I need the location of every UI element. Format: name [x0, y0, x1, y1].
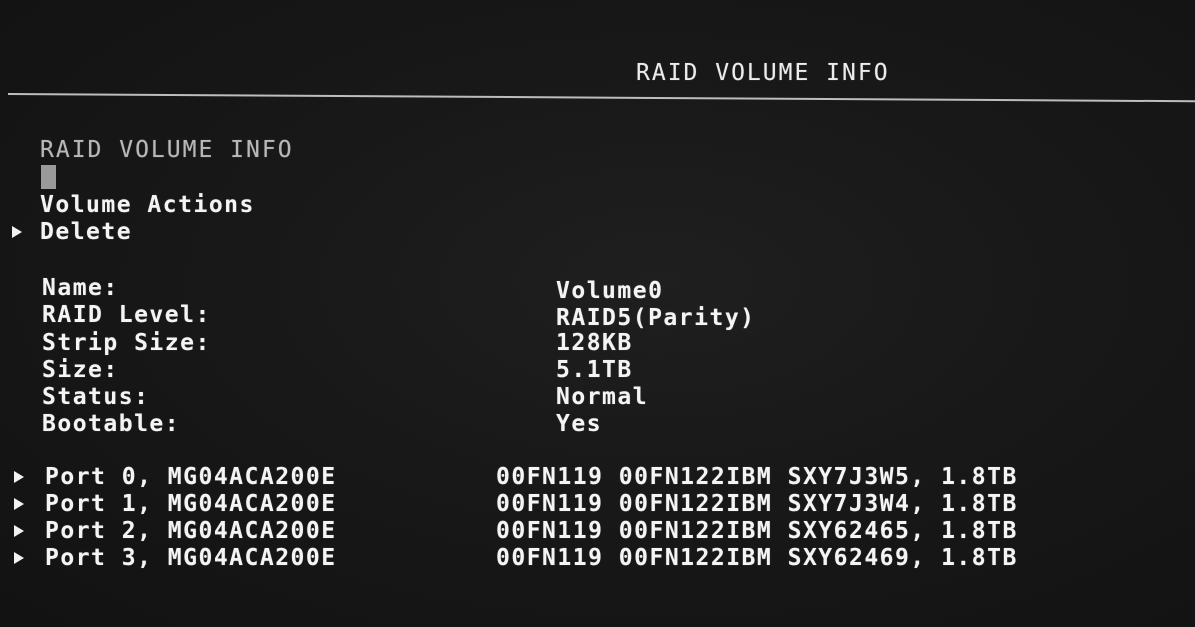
property-label-size: Size: [42, 357, 119, 383]
port-detail: 00FN119 00FN122IBM SXY7J3W4, 1.8TB [496, 491, 1018, 517]
triangle-right-icon [14, 525, 24, 537]
property-label-name: Name: [42, 275, 119, 301]
property-value-strip-size: 128KB [556, 330, 633, 356]
property-value-status: Normal [556, 384, 649, 410]
port-label: Port 1, MG04ACA200E [45, 491, 337, 517]
port-label: Port 0, MG04ACA200E [45, 464, 337, 490]
triangle-right-icon [14, 471, 24, 483]
block-cursor-icon [41, 165, 56, 189]
section-title: RAID VOLUME INFO [40, 137, 294, 163]
property-value-name: Volume0 [556, 278, 664, 304]
property-label-strip-size: Strip Size: [42, 330, 211, 356]
volume-actions-heading: Volume Actions [40, 192, 255, 218]
port-detail: 00FN119 00FN122IBM SXY62465, 1.8TB [496, 518, 1018, 544]
triangle-right-icon [14, 552, 24, 564]
property-label-bootable: Bootable: [42, 411, 181, 437]
port-detail: 00FN119 00FN122IBM SXY62469, 1.8TB [496, 545, 1018, 571]
property-label-status: Status: [42, 384, 150, 410]
property-label-raid-level: RAID Level: [42, 302, 211, 328]
bios-screen: RAID VOLUME INFO RAID VOLUME INFO Volume… [0, 0, 1195, 627]
page-title: RAID VOLUME INFO [636, 60, 890, 86]
triangle-right-icon [14, 498, 24, 510]
property-value-size: 5.1TB [556, 357, 633, 383]
port-detail: 00FN119 00FN122IBM SXY7J3W5, 1.8TB [496, 464, 1018, 490]
port-label: Port 3, MG04ACA200E [45, 545, 337, 571]
header-divider [7, 93, 1195, 103]
property-value-raid-level: RAID5(Parity) [556, 305, 756, 331]
property-value-bootable: Yes [556, 411, 603, 437]
delete-action[interactable]: Delete [40, 219, 132, 245]
port-label: Port 2, MG04ACA200E [45, 518, 337, 544]
triangle-right-icon [12, 226, 22, 238]
